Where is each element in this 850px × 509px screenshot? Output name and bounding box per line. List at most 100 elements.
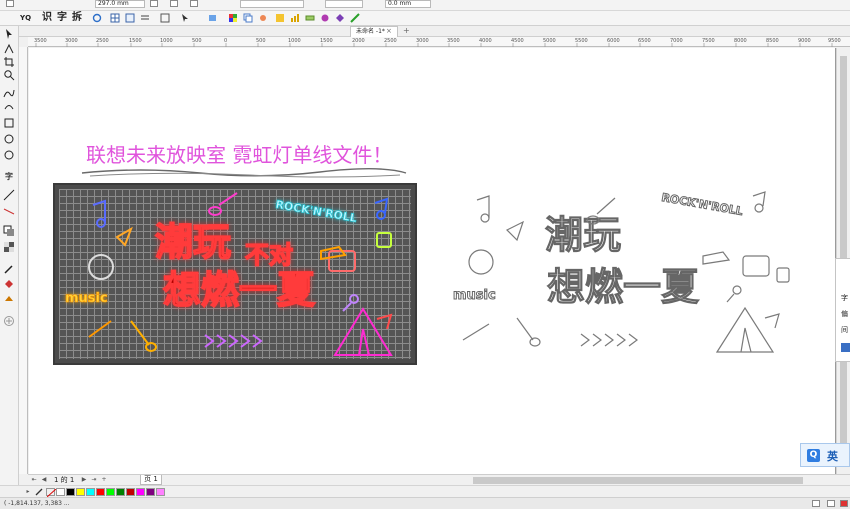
color-swatch[interactable] [86,488,95,496]
outline-artwork-panel[interactable]: 潮玩 想燃一夏 ROCK'N'ROLL music [447,190,807,365]
outline-color-indicator[interactable] [840,500,848,507]
pick-tool-icon[interactable] [3,28,15,40]
landscape-toggle[interactable] [170,0,178,7]
layers-icon[interactable] [208,13,218,23]
ruler-label: 8500 [766,38,779,44]
ruler-label: 3500 [34,38,47,44]
zoom-tool-icon[interactable] [3,69,15,81]
docker-item[interactable]: 偏 [841,309,848,319]
color-swatch[interactable] [136,488,145,496]
freehand-tool-icon[interactable] [3,87,15,99]
toolbar-item-split[interactable]: 拆 [72,12,82,24]
units-checkbox[interactable] [6,0,14,7]
outline-indicator[interactable] [827,500,835,507]
add-tab-icon[interactable]: + [403,26,410,36]
polygon-tool-icon[interactable] [3,149,15,161]
chart-icon[interactable] [290,13,300,23]
neon-headline[interactable]: 联想未来放映室 霓虹灯单线文件！ [86,143,392,167]
height-field[interactable]: 297.0 mm [95,0,145,8]
color-swatch[interactable] [76,488,85,496]
ellipse-tool-icon[interactable] [3,133,15,145]
fill-indicator[interactable] [812,500,820,507]
color-swatch[interactable] [106,488,115,496]
eyedropper-icon[interactable] [34,487,44,497]
cocktail-icon [376,313,393,330]
grid-icon[interactable] [110,13,120,23]
add-page-icon[interactable]: + [100,476,108,484]
horizontal-scroll-thumb[interactable] [473,477,803,484]
no-color-swatch[interactable] [46,488,57,498]
last-page-icon[interactable]: ⇥ [90,476,98,484]
docker-item[interactable]: 字 [841,293,848,303]
color-swatch[interactable] [116,488,125,496]
connector-tool-icon[interactable] [3,205,15,217]
ruler-label: 9500 [828,38,841,44]
rectangle-tool-icon[interactable] [3,117,15,129]
ime-indicator[interactable]: Q 英 [800,443,850,467]
comet-icon [88,320,112,338]
toolbox: 字 [0,26,19,486]
color-swatch[interactable] [66,488,75,496]
guitar-icon [208,192,238,216]
drop-shadow-icon[interactable] [3,225,15,237]
neon-icons-layer [88,192,393,356]
trumpet-icon [320,245,347,261]
palette-scroll-icon[interactable]: ▸ [24,488,32,496]
refresh-icon[interactable] [92,13,102,23]
lines-icon[interactable] [140,13,150,23]
beer-mug-icon [376,232,392,248]
ruler-label: 5500 [575,38,588,44]
offset-field[interactable]: 0.0 mm [385,0,431,8]
music-note-icon [374,197,389,220]
music-note-icon [752,191,766,213]
first-page-icon[interactable]: ⇤ [30,476,38,484]
eyedropper-icon[interactable] [3,263,15,275]
palette-icon[interactable] [228,13,238,23]
chevrons-icon [204,334,263,348]
page-tab[interactable]: 页 1 [140,475,162,485]
docker-button[interactable] [841,343,850,352]
color-swatch[interactable] [146,488,155,496]
node-icon[interactable] [258,13,268,23]
horizontal-ruler[interactable]: 3500 3000 2500 1500 1000 500 0 500 1000 … [28,37,850,47]
ruler-label: 1000 [160,38,173,44]
docker-item[interactable]: 间 [841,325,848,335]
right-docker[interactable]: 字 偏 间 [835,258,850,362]
close-tab-icon[interactable]: × [386,26,392,36]
vertical-scroll-thumb[interactable] [840,56,847,446]
units-select[interactable] [240,0,304,8]
artistic-media-icon[interactable] [3,101,15,113]
add-tool-icon[interactable] [3,315,15,327]
shape-icon[interactable] [320,13,330,23]
crop-tool-icon[interactable] [3,56,15,68]
color-swatch[interactable] [126,488,135,496]
table-icon[interactable] [125,13,135,23]
cursor-icon[interactable] [180,13,190,23]
toolbar-item-text[interactable]: 字 [57,12,67,24]
smart-fill-icon[interactable] [3,293,15,305]
ruler-icon[interactable] [305,13,315,23]
blocks-icon[interactable] [275,13,285,23]
edit-icon[interactable] [350,13,360,23]
ruler-label: 2500 [96,38,109,44]
parallel-dimension-icon[interactable] [3,189,15,201]
interactive-fill-icon[interactable] [3,278,15,290]
vertical-ruler[interactable] [19,47,28,474]
color-swatch[interactable] [56,488,65,496]
toolbar-item-recognize[interactable]: 识 [42,12,52,24]
next-page-icon[interactable]: ▶ [80,476,88,484]
neon-artwork-panel[interactable]: 潮玩 不对 想燃一夏 ROCK'N'ROLL music [53,183,417,365]
color-swatch[interactable] [156,488,165,496]
arrows-icon[interactable] [335,13,345,23]
nudge-field[interactable] [325,0,363,8]
transparency-icon[interactable] [3,241,15,253]
copy-icon[interactable] [243,13,253,23]
portrait-toggle[interactable] [150,0,158,7]
text-tool-icon[interactable]: 字 [3,171,15,183]
prev-page-icon[interactable]: ◀ [40,476,48,484]
frame-icon[interactable] [160,13,170,23]
shape-tool-icon[interactable] [3,43,15,55]
page-toggle[interactable] [190,0,198,7]
neon-grid-background: 潮玩 不对 想燃一夏 ROCK'N'ROLL music [59,189,411,359]
color-swatch[interactable] [96,488,105,496]
